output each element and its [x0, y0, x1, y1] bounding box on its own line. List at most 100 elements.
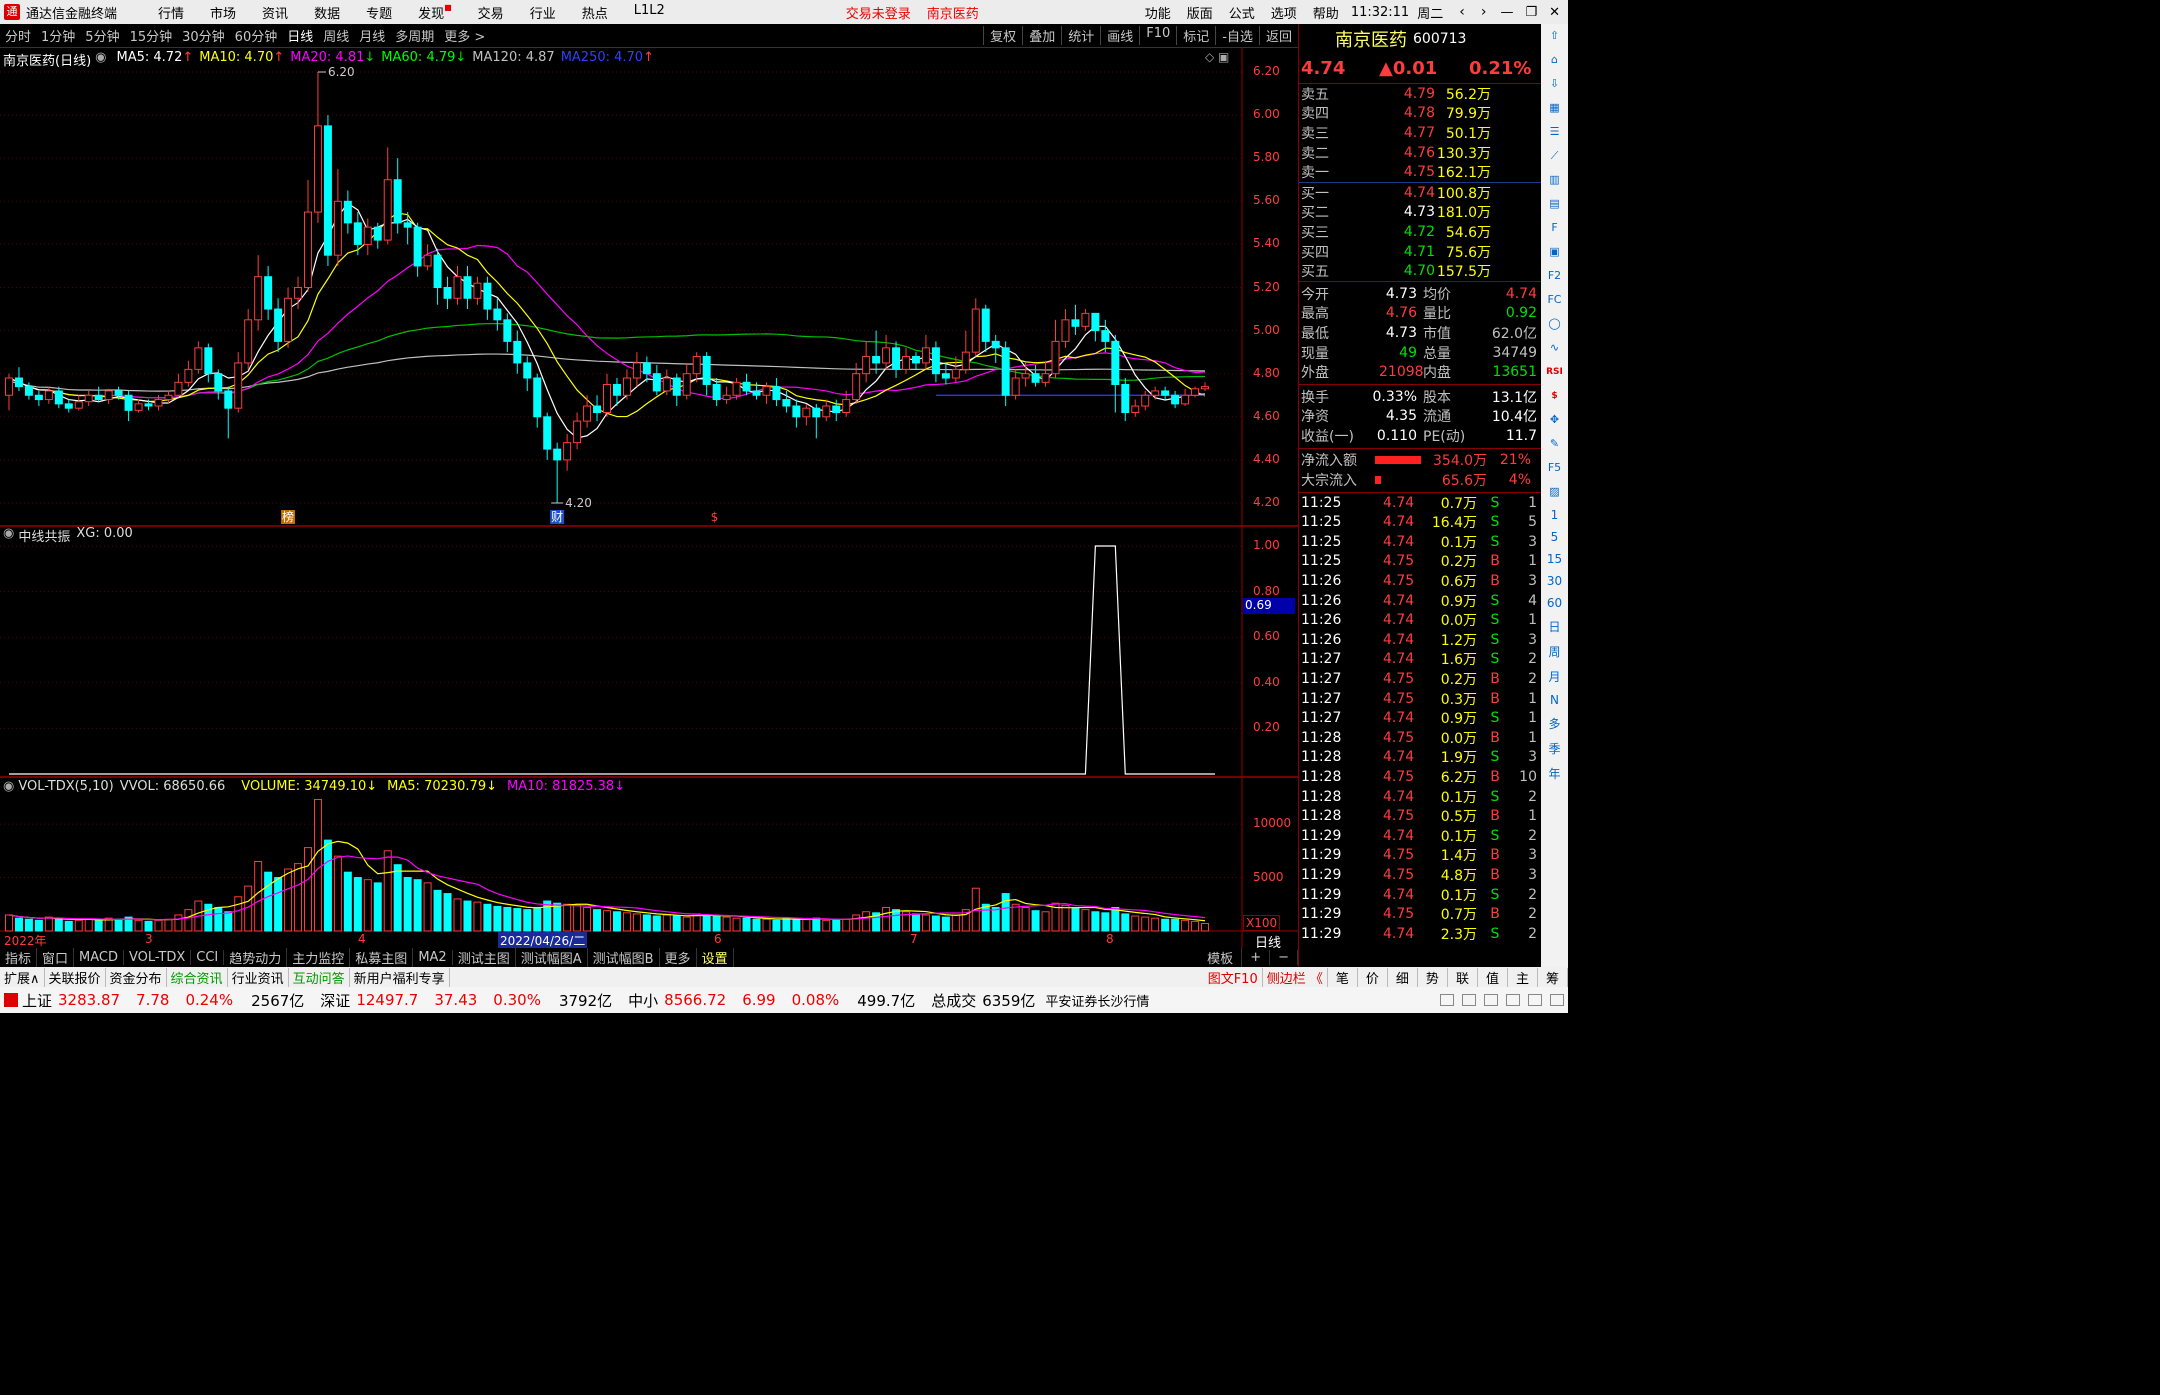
sidebar-period-0[interactable]: 1 [1551, 508, 1559, 522]
menu-item-0[interactable]: 行情 [158, 3, 184, 22]
indicator-tab-2[interactable]: MACD [74, 950, 124, 965]
indicator-tab-5[interactable]: 趋势动力 [224, 948, 288, 967]
bottom-right-7[interactable]: 值 [1478, 967, 1508, 987]
indicator-tab-8[interactable]: MA2 [413, 950, 453, 965]
period-tab-6[interactable]: 日线 [287, 26, 313, 45]
restore-icon[interactable]: ❐ [1525, 5, 1537, 20]
f5-icon[interactable]: F5 [1546, 459, 1564, 477]
toolbar-btn-0[interactable]: 复权 [983, 26, 1022, 45]
bottom-right-4[interactable]: 细 [1388, 967, 1418, 987]
close-icon[interactable]: ✕ [1549, 5, 1560, 20]
monitor-icon[interactable] [1440, 994, 1454, 1006]
period-tab-1[interactable]: 1分钟 [41, 26, 75, 45]
home-icon[interactable]: ⌂ [1546, 51, 1564, 69]
move-icon[interactable]: ✥ [1546, 411, 1564, 429]
sidebar-period-4[interactable]: 60 [1547, 596, 1562, 610]
menu-item-3[interactable]: 数据 [314, 3, 340, 22]
sidebar-period-10[interactable]: 季 [1548, 740, 1560, 757]
indicator-tab-6[interactable]: 主力监控 [287, 948, 351, 967]
bottom-right-2[interactable]: 笔 [1328, 967, 1358, 987]
menu-right-4[interactable]: 帮助 [1313, 3, 1339, 22]
bottom-tab-3[interactable]: 综合资讯 [167, 967, 228, 987]
grid-icon[interactable] [1506, 994, 1520, 1006]
circle-icon[interactable]: ◯ [1546, 315, 1564, 333]
index-name[interactable]: 中小 [628, 990, 658, 1011]
candle-icon[interactable]: ▥ [1546, 171, 1564, 189]
menu-item-9[interactable]: L1L2 [634, 3, 665, 22]
indicator-tab-0[interactable]: 指标 [0, 948, 38, 967]
period-tab-9[interactable]: 多周期 [395, 26, 434, 45]
up-icon[interactable]: ⇧ [1546, 27, 1564, 45]
down-icon[interactable]: ⇩ [1546, 75, 1564, 93]
top-stock-name[interactable]: 南京医药 [927, 3, 979, 22]
sheet-icon[interactable]: ▨ [1546, 483, 1564, 501]
fc-icon[interactable]: FC [1546, 291, 1564, 309]
bottom-right-6[interactable]: 联 [1448, 967, 1478, 987]
period-tab-5[interactable]: 60分钟 [235, 26, 278, 45]
doc-icon[interactable]: ▤ [1546, 195, 1564, 213]
period-tab-10[interactable]: 更多 > [444, 26, 485, 45]
sidebar-period-3[interactable]: 30 [1547, 574, 1562, 588]
toolbar-btn-4[interactable]: F10 [1139, 26, 1176, 45]
close-small-icon[interactable] [1550, 994, 1564, 1006]
sidebar-period-2[interactable]: 15 [1547, 552, 1562, 566]
period-tab-4[interactable]: 30分钟 [182, 26, 225, 45]
dollar-icon[interactable]: $ [1546, 387, 1564, 405]
sound-icon[interactable] [1484, 994, 1498, 1006]
toolbar-btn-2[interactable]: 统计 [1061, 26, 1100, 45]
tick-list[interactable]: 11:25 4.74 0.7万 S 1 11:25 4.74 16.4万 S 5 11:25 4.74… [1299, 493, 1541, 944]
event-marker-label[interactable]: 财 [551, 510, 563, 524]
bid-row[interactable]: 买二 4.73 181.0万 [1299, 203, 1541, 223]
period-tab-0[interactable]: 分时 [5, 26, 31, 45]
bottom-right-3[interactable]: 价 [1358, 967, 1388, 987]
indicator-tab-1[interactable]: 窗口 [37, 948, 75, 967]
period-tab-8[interactable]: 月线 [359, 26, 385, 45]
back-arrow-icon[interactable]: ‹ [1459, 4, 1465, 20]
menu-item-5[interactable]: 发现■ [418, 3, 452, 22]
list-icon[interactable]: ☰ [1546, 123, 1564, 141]
menu-right-3[interactable]: 选项 [1271, 3, 1297, 22]
window-icon[interactable] [1528, 994, 1542, 1006]
toolbar-btn-1[interactable]: 叠加 [1022, 26, 1061, 45]
tab-right-2[interactable]: − [1270, 950, 1298, 965]
ask-row[interactable]: 卖一 4.75 162.1万 [1299, 162, 1541, 182]
indicator-tab-7[interactable]: 私募主图 [350, 948, 414, 967]
bottom-tab-5[interactable]: 互动问答 [289, 967, 350, 987]
bottom-right-8[interactable]: 主 [1508, 967, 1538, 987]
ask-row[interactable]: 卖四 4.78 79.9万 [1299, 104, 1541, 124]
bid-row[interactable]: 买一 4.74 100.8万 [1299, 183, 1541, 203]
trend-icon[interactable]: ⟋ [1546, 147, 1564, 165]
indicator-tab-12[interactable]: 更多 [660, 948, 697, 967]
sidebar-period-7[interactable]: 月 [1548, 668, 1560, 685]
gold-icon[interactable] [1462, 994, 1476, 1006]
menu-item-1[interactable]: 市场 [210, 3, 236, 22]
event-marker-label[interactable]: 榜 [282, 509, 294, 524]
ask-row[interactable]: 卖五 4.79 56.2万 [1299, 84, 1541, 104]
forward-arrow-icon[interactable]: › [1481, 4, 1487, 20]
bottom-tab-4[interactable]: 行业资讯 [228, 967, 289, 987]
menu-right-1[interactable]: 版面 [1187, 3, 1213, 22]
bottom-right-1[interactable]: 侧边栏 《 [1263, 967, 1328, 987]
sidebar-period-8[interactable]: N [1550, 693, 1559, 707]
menu-item-7[interactable]: 行业 [530, 3, 556, 22]
bid-row[interactable]: 买三 4.72 54.6万 [1299, 222, 1541, 242]
indicator-tab-4[interactable]: CCI [191, 950, 225, 965]
login-status[interactable]: 交易未登录 [846, 3, 911, 22]
sidebar-period-1[interactable]: 5 [1551, 530, 1559, 544]
indicator-settings-icon[interactable]: ◉ [3, 526, 14, 545]
period-tab-3[interactable]: 15分钟 [130, 26, 173, 45]
volume-settings-icon[interactable]: ◉ [3, 779, 14, 794]
bid-row[interactable]: 买四 4.71 75.6万 [1299, 242, 1541, 262]
toolbar-btn-6[interactable]: -自选 [1215, 26, 1259, 45]
ask-row[interactable]: 卖二 4.76 130.3万 [1299, 143, 1541, 163]
indicator-tab-3[interactable]: VOL-TDX [124, 950, 192, 965]
pen-icon[interactable]: ✎ [1546, 435, 1564, 453]
toolbar-btn-3[interactable]: 画线 [1100, 26, 1139, 45]
sidebar-period-11[interactable]: 年 [1548, 765, 1560, 782]
menu-item-8[interactable]: 热点 [582, 3, 608, 22]
tab-right-1[interactable]: + [1242, 950, 1271, 965]
menu-item-4[interactable]: 专题 [366, 3, 392, 22]
bottom-tab-0[interactable]: 扩展∧ [0, 967, 45, 987]
f10-icon[interactable]: F [1546, 219, 1564, 237]
line-icon[interactable]: ∿ [1546, 339, 1564, 357]
